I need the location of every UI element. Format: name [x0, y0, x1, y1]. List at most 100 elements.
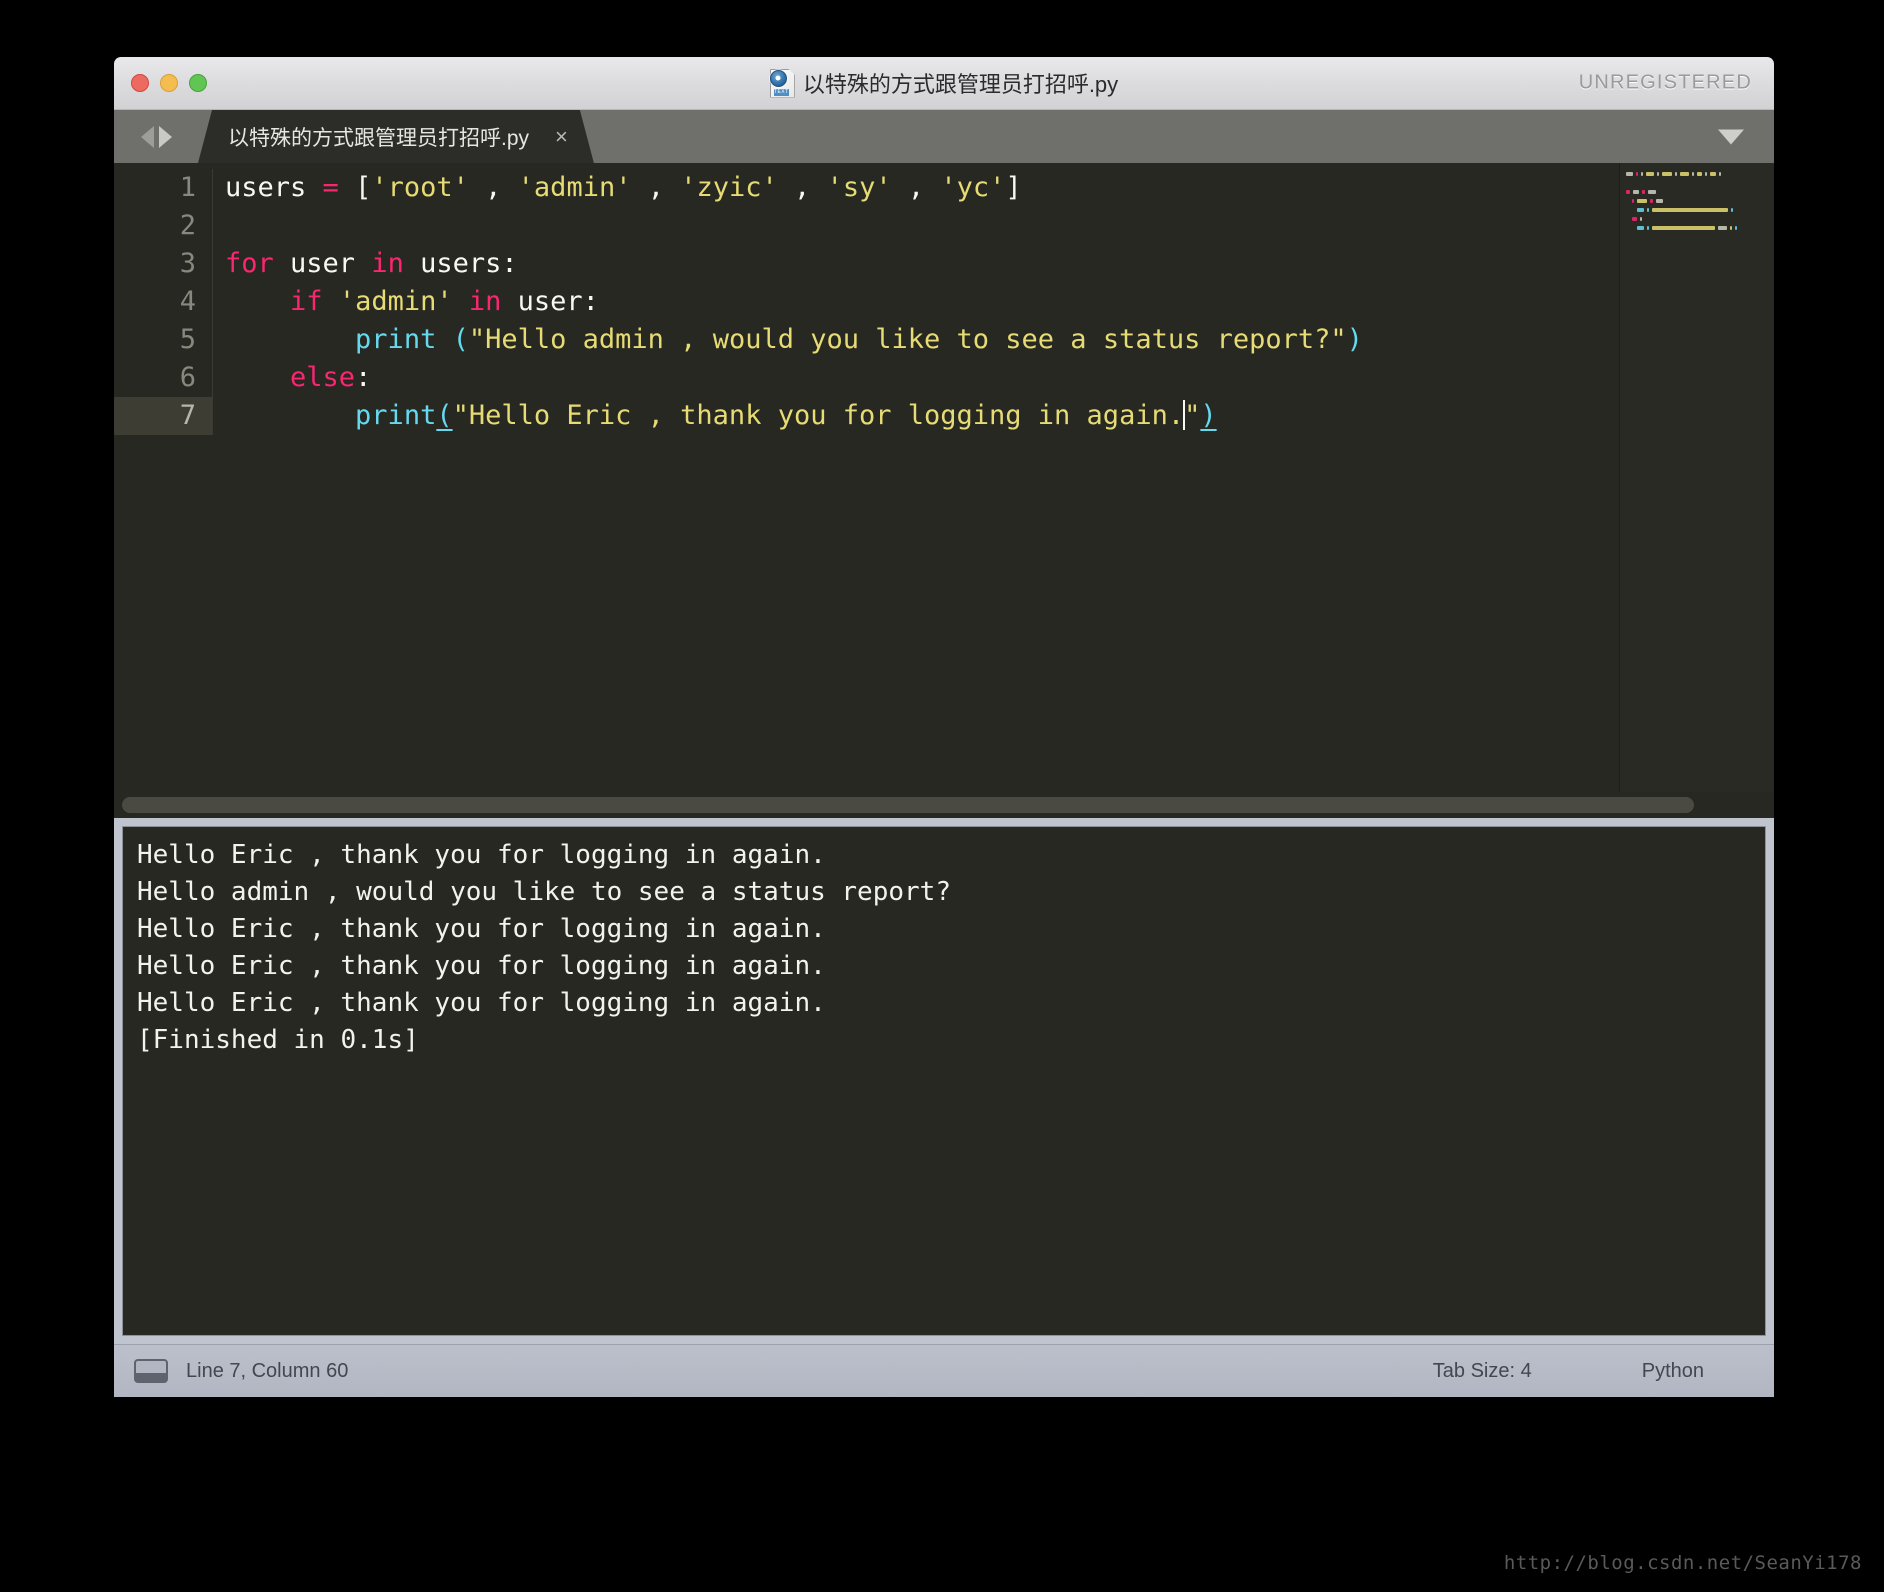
minimap-segment	[1631, 198, 1635, 203]
close-window-button[interactable]	[131, 74, 149, 92]
status-bar-right-group: Tab Size: 4 Python	[1433, 1360, 1774, 1383]
code-line: if 'admin' in user:	[225, 283, 1774, 321]
code-token: user	[273, 248, 372, 279]
watermark-url: http://blog.csdn.net/SeanYi178	[1503, 1552, 1862, 1574]
minimap-segment	[1691, 171, 1694, 176]
minimap-segment	[1633, 189, 1639, 194]
unregistered-label: UNREGISTERED	[1578, 71, 1752, 94]
minimap-line	[1626, 207, 1768, 212]
code-token: )	[1346, 324, 1363, 355]
minimap-line	[1626, 225, 1768, 230]
code-token: "Hello Eric , thank you for logging in a…	[452, 400, 1185, 431]
code-line: print("Hello Eric , thank you for loggin…	[225, 397, 1774, 435]
close-icon[interactable]: ×	[555, 126, 568, 148]
line-number: 7	[114, 397, 212, 435]
tab-active-file[interactable]: 以特殊的方式跟管理员打招呼.py ×	[198, 110, 594, 163]
code-token: ,	[631, 172, 681, 203]
line-number: 1	[179, 172, 196, 203]
line-number: 4	[179, 286, 196, 317]
tab-navigation-arrows[interactable]	[114, 110, 198, 163]
minimap-segment	[1636, 171, 1638, 176]
screenshot-root: TEXT 以特殊的方式跟管理员打招呼.py UNREGISTERED 以特殊的方…	[0, 0, 1884, 1592]
maximize-window-button[interactable]	[189, 74, 207, 92]
tab-size-label[interactable]: Tab Size: 4	[1433, 1360, 1532, 1383]
code-line: else:	[225, 359, 1774, 397]
code-token: 'sy'	[826, 172, 892, 203]
console-output[interactable]: Hello Eric , thank you for logging in ag…	[122, 826, 1766, 1336]
syntax-mode-label[interactable]: Python	[1642, 1360, 1704, 1383]
line-number: 3	[179, 248, 196, 279]
window-titlebar: TEXT 以特殊的方式跟管理员打招呼.py UNREGISTERED	[114, 57, 1774, 110]
code-token: for	[225, 248, 274, 279]
minimize-window-button[interactable]	[160, 74, 178, 92]
editor-horizontal-scrollbar[interactable]	[114, 792, 1774, 818]
window-title-group: TEXT 以特殊的方式跟管理员打招呼.py	[114, 67, 1774, 99]
file-icon-badge: TEXT	[773, 88, 789, 96]
scrollbar-thumb[interactable]	[122, 797, 1694, 813]
minimap-segment	[1696, 171, 1703, 176]
minimap-segment	[1718, 171, 1721, 176]
minimap-line	[1626, 189, 1768, 194]
previous-tab-icon[interactable]	[140, 125, 154, 148]
minimap-line	[1626, 171, 1768, 176]
code-token: else	[290, 362, 356, 393]
code-token: in	[468, 286, 502, 317]
code-token: (	[452, 324, 469, 355]
minimap-segment	[1646, 171, 1655, 176]
minimap-segment	[1641, 171, 1643, 176]
minimap-line	[1626, 180, 1768, 185]
minimap-segment	[1652, 225, 1716, 230]
minimap-segment	[1647, 189, 1656, 194]
next-tab-icon[interactable]	[158, 125, 172, 148]
console-panel: Hello Eric , thank you for logging in ag…	[114, 818, 1774, 1344]
code-token: 'root'	[371, 172, 469, 203]
code-token: print	[355, 400, 437, 431]
code-token: ,	[777, 172, 827, 203]
minimap-segment	[1640, 216, 1643, 221]
chevron-down-icon[interactable]	[1718, 129, 1744, 144]
status-bar: Line 7, Column 60 Tab Size: 4 Python	[114, 1344, 1774, 1397]
code-token: 'yc'	[940, 172, 1006, 203]
window-title: 以特殊的方式跟管理员打招呼.py	[802, 72, 1119, 97]
line-number-gutter: 1 2 3 4 5 6 7	[114, 169, 212, 435]
line-number: 6	[179, 362, 196, 393]
code-token: ,	[891, 172, 941, 203]
minimap-segment	[1662, 171, 1673, 176]
minimap-segment	[1705, 171, 1708, 176]
code-editor[interactable]: 1 2 3 4 5 6 7 users = ['root' , 'admin' , 'zyi…	[114, 163, 1774, 818]
code-token: :	[355, 362, 372, 393]
console-toggle-icon[interactable]	[134, 1359, 168, 1383]
code-token: 'admin'	[517, 172, 632, 203]
code-token: (	[436, 400, 453, 431]
code-line: users = ['root' , 'admin' , 'zyic' , 'sy…	[225, 169, 1774, 207]
code-line: for user in users:	[225, 245, 1774, 283]
line-number: 2	[179, 210, 196, 241]
minimap-segment	[1637, 225, 1645, 230]
tab-label: 以特殊的方式跟管理员打招呼.py	[228, 126, 530, 150]
code-token: [	[355, 172, 372, 203]
minimap-segment	[1650, 198, 1653, 203]
tab-bar: 以特殊的方式跟管理员打招呼.py ×	[114, 110, 1774, 163]
minimap-segment	[1657, 171, 1660, 176]
cursor-position-label: Line 7, Column 60	[186, 1359, 349, 1382]
code-token: users:	[403, 248, 518, 279]
minimap-segment	[1710, 171, 1716, 176]
sublime-text-window: TEXT 以特殊的方式跟管理员打招呼.py UNREGISTERED 以特殊的方…	[114, 57, 1774, 1437]
minimap-segment	[1718, 225, 1727, 230]
python-file-icon: TEXT	[769, 68, 795, 98]
minimap-segment	[1626, 171, 1633, 176]
minimap-segment	[1637, 198, 1648, 203]
code-token: in	[371, 248, 404, 279]
code-token: )	[1200, 400, 1217, 431]
minimap-line	[1626, 198, 1768, 203]
source-code[interactable]: users = ['root' , 'admin' , 'zyic' , 'sy…	[212, 169, 1774, 435]
minimap-segment	[1647, 207, 1650, 212]
minimap-segment	[1652, 207, 1728, 212]
code-minimap[interactable]	[1619, 163, 1774, 818]
minimap-segment	[1675, 171, 1678, 176]
